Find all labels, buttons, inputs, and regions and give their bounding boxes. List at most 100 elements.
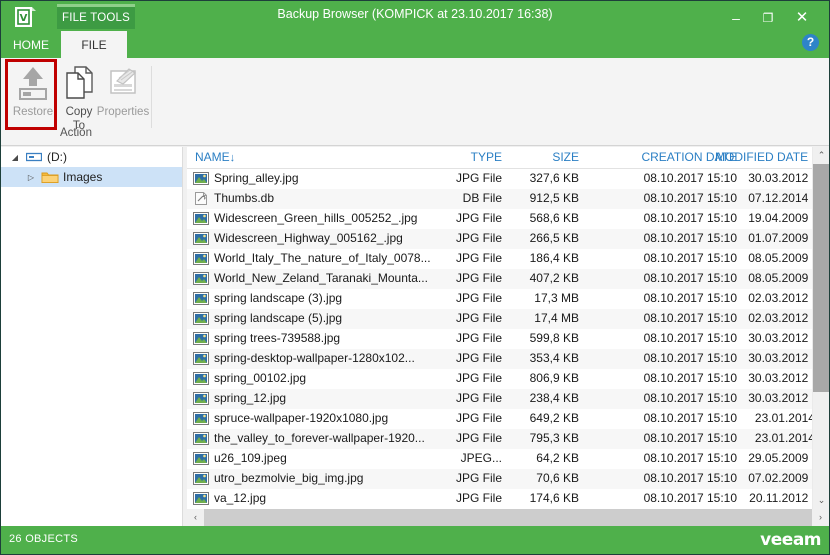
table-row[interactable]: Widescreen_Highway_005162_.jpg JPG File 26… [187, 229, 812, 249]
cell-modified-date: 19.04.2009 12:5 [748, 211, 812, 225]
column-header-size[interactable]: SIZE [517, 150, 579, 164]
cell-name: Widescreen_Highway_005162_.jpg [214, 231, 403, 245]
image-file-icon [193, 332, 209, 346]
ribbon-bar: Restore Copy To Properties Action [1, 58, 829, 146]
cell-name: Spring_alley.jpg [214, 171, 299, 185]
cell-modified-date: 30.03.2012 23:2 [748, 331, 812, 345]
tree-item-drive-d[interactable]: ◢ (D:) [1, 147, 182, 167]
table-row[interactable]: spring landscape (3).jpg JPG File 17,3 MB 0… [187, 289, 812, 309]
table-row[interactable]: spring_12.jpg JPG File 238,4 KB 08.10.2017 … [187, 389, 812, 409]
drive-icon [23, 151, 45, 163]
scroll-right-icon[interactable]: › [812, 509, 829, 526]
restore-button[interactable]: Restore [9, 61, 57, 119]
table-row[interactable]: Spring_alley.jpg JPG File 327,6 KB 08.10.20… [187, 169, 812, 189]
image-file-icon [193, 252, 209, 266]
cell-type: DB File [462, 191, 502, 205]
cell-modified-date: 08.05.2009 14:2 [748, 251, 812, 265]
minimize-button[interactable]: – [723, 7, 749, 29]
cell-name: Widescreen_Green_hills_005252_.jpg [214, 211, 418, 225]
table-row[interactable]: World_Italy_The_nature_of_Italy_0078... J… [187, 249, 812, 269]
scroll-down-icon[interactable]: ⌄ [813, 492, 829, 509]
table-row[interactable]: spring landscape (5).jpg JPG File 17,4 MB 0… [187, 309, 812, 329]
collapse-expander-icon[interactable]: ◢ [7, 153, 23, 162]
cell-size: 174,6 KB [529, 491, 579, 505]
close-button[interactable]: ✕ [789, 7, 815, 29]
cell-type: JPG File [455, 311, 502, 325]
cell-name: Thumbs.db [214, 191, 275, 205]
cell-name: spring landscape (3).jpg [214, 291, 343, 305]
table-row[interactable]: u26_109.jpeg JPEG... 64,2 KB 08.10.2017 15:… [187, 449, 812, 469]
tab-file-label: FILE [81, 37, 107, 52]
cell-modified-date: 30.03.2012 23:1 [748, 171, 812, 185]
cell-name: spring trees-739588.jpg [214, 331, 341, 345]
table-row[interactable]: spring-desktop-wallpaper-1280x102... JPG … [187, 349, 812, 369]
scroll-left-icon[interactable]: ‹ [187, 509, 204, 526]
cell-name: u26_109.jpeg [214, 451, 287, 465]
sort-descending-icon: ↓ [229, 152, 236, 164]
tab-file-tools-label: FILE TOOLS [61, 12, 131, 24]
table-row[interactable]: World_New_Zeland_Taranaki_Mounta... JPG F… [187, 269, 812, 289]
minimize-icon: – [732, 10, 740, 26]
horizontal-scrollbar[interactable]: ‹ › [187, 509, 829, 526]
image-file-icon [193, 312, 209, 326]
folder-icon [39, 170, 61, 184]
cell-modified-date: 23.01.2014 1:2 [754, 411, 812, 425]
cell-name: spring_00102.jpg [214, 371, 307, 385]
column-header-name[interactable]: NAME↓ [195, 150, 235, 164]
image-file-icon [193, 292, 209, 306]
vertical-scrollbar[interactable]: ⌃ ⌄ [812, 147, 829, 509]
cell-size: 266,5 KB [529, 231, 579, 245]
table-row[interactable]: spring_00102.jpg JPG File 806,9 KB 08.10.20… [187, 369, 812, 389]
cell-name: the_valley_to_forever-wallpaper-1920... [214, 431, 425, 445]
file-list-rows: Spring_alley.jpg JPG File 327,6 KB 08.10.20… [187, 169, 812, 509]
vertical-scrollbar-thumb[interactable] [813, 164, 829, 392]
cell-size: 238,4 KB [529, 391, 579, 405]
image-file-icon [193, 452, 209, 466]
image-file-icon [193, 232, 209, 246]
image-file-icon [193, 272, 209, 286]
cell-modified-date: 30.03.2012 23:2 [748, 351, 812, 365]
cell-size: 806,9 KB [529, 371, 579, 385]
cell-modified-date: 30.03.2012 23:1 [748, 391, 812, 405]
cell-type: JPG File [455, 211, 502, 225]
tree-item-images[interactable]: ▷ Images [1, 167, 182, 187]
cell-type: JPG File [455, 471, 502, 485]
main-content: ◢ (D:) ▷ Images NAME↓ TYPE SIZE CREATION… [1, 147, 829, 526]
cell-modified-date: 07.02.2009 18:1 [748, 471, 812, 485]
file-list-pane: NAME↓ TYPE SIZE CREATION DATE MODIFIED D… [187, 147, 829, 526]
cell-name: spruce-wallpaper-1920x1080.jpg [214, 411, 389, 425]
maximize-button[interactable]: ❐ [755, 7, 781, 29]
tab-home[interactable]: HOME [1, 31, 61, 58]
table-row[interactable]: spring trees-739588.jpg JPG File 599,8 KB 0… [187, 329, 812, 349]
cell-size: 353,4 KB [529, 351, 579, 365]
table-row[interactable]: the_valley_to_forever-wallpaper-1920... J… [187, 429, 812, 449]
image-file-icon [193, 392, 209, 406]
cell-name: va_12.jpg [214, 491, 267, 505]
cell-type: JPG File [455, 351, 502, 365]
horizontal-scrollbar-thumb[interactable] [204, 509, 812, 526]
image-file-icon [193, 352, 209, 366]
cell-modified-date: 01.07.2009 13:1 [748, 231, 812, 245]
cell-modified-date: 07.12.2014 14:2 [748, 191, 812, 205]
folder-tree-pane: ◢ (D:) ▷ Images [1, 147, 183, 526]
scroll-up-icon[interactable]: ⌃ [813, 147, 829, 164]
cell-type: JPG File [455, 171, 502, 185]
table-row[interactable]: Thumbs.db DB File 912,5 KB 08.10.2017 15:10… [187, 189, 812, 209]
tab-file-tools[interactable]: FILE TOOLS [57, 4, 135, 29]
table-row[interactable]: va_12.jpg JPG File 174,6 KB 08.10.2017 15:1… [187, 489, 812, 509]
tab-file[interactable]: FILE [61, 31, 127, 58]
cell-size: 568,6 KB [529, 211, 579, 225]
table-row[interactable]: utro_bezmolvie_big_img.jpg JPG File 70,6 K… [187, 469, 812, 489]
properties-button[interactable]: Properties [93, 61, 153, 119]
cell-size: 327,6 KB [529, 171, 579, 185]
restore-button-label: Restore [12, 106, 54, 118]
ribbon-group-label: Action [60, 127, 92, 139]
table-row[interactable]: spruce-wallpaper-1920x1080.jpg JPG File 64… [187, 409, 812, 429]
cell-type: JPG File [455, 391, 502, 405]
column-header-type[interactable]: TYPE [442, 150, 502, 164]
expand-expander-icon[interactable]: ▷ [23, 173, 39, 182]
table-row[interactable]: Widescreen_Green_hills_005252_.jpg JPG Fi… [187, 209, 812, 229]
cell-type: JPG File [455, 291, 502, 305]
cell-type: JPG File [455, 411, 502, 425]
cell-size: 649,2 KB [529, 411, 579, 425]
